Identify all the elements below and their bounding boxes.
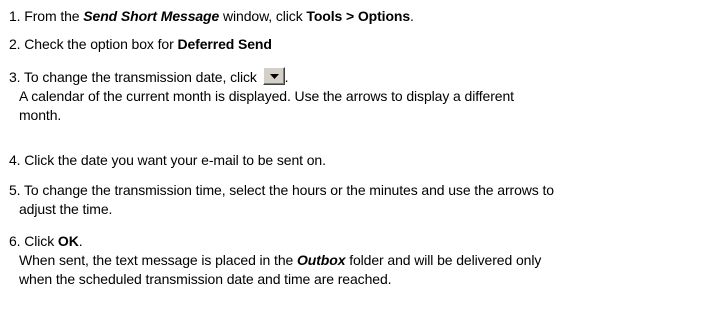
step-1-number: 1.: [9, 8, 21, 24]
option-name-deferred-send: Deferred Send: [177, 36, 272, 52]
step-6-text-pre: Click: [24, 233, 58, 249]
step-3-number: 3.: [9, 69, 21, 85]
step-1: 1. From the Send Short Message window, c…: [9, 7, 696, 26]
step-6-text-post: .: [78, 233, 83, 249]
step-4-number: 4.: [9, 152, 21, 168]
step-6-note-line-2: when the scheduled transmission date and…: [19, 271, 392, 287]
step-5-text-line-2: adjust the time.: [19, 201, 113, 217]
step-3: 3. To change the transmission date, clic…: [9, 67, 696, 125]
step-1-text-pre: From the: [24, 8, 84, 24]
step-5: 5. To change the transmission time, sele…: [9, 181, 696, 219]
step-1-text-post: .: [410, 8, 414, 24]
button-name-ok: OK: [57, 233, 79, 249]
dropdown-arrow-icon: [262, 67, 285, 85]
instruction-document: 1. From the Send Short Message window, c…: [0, 0, 704, 331]
step-6-note-line-1: When sent, the text message is placed in…: [9, 251, 696, 270]
step-4: 4. Click the date you want your e-mail t…: [9, 151, 696, 170]
step-3-text-post: .: [284, 69, 289, 85]
step-2-number: 2.: [9, 36, 21, 52]
menu-path-tools-options: Tools > Options: [306, 8, 411, 24]
step-3-note-line-2: month.: [19, 107, 62, 123]
window-name-send-short-message: Send Short Message: [83, 8, 220, 24]
step-6-note-mid: folder and will be delivered only: [345, 252, 542, 268]
step-3-note-line-1: A calendar of the current month is displ…: [19, 88, 514, 104]
step-6: 6. Click OK. When sent, the text message…: [9, 232, 696, 289]
step-1-text-mid: window, click: [219, 8, 307, 24]
step-3-text-pre: To change the transmission date, click: [24, 69, 261, 85]
step-6-note-pre: When sent, the text message is placed in…: [19, 252, 297, 268]
folder-name-outbox: Outbox: [297, 252, 346, 268]
step-6-number: 6.: [9, 233, 21, 249]
step-4-text: Click the date you want your e-mail to b…: [24, 152, 326, 168]
step-2: 2. Check the option box for Deferred Sen…: [9, 35, 696, 54]
step-5-text-line-1: To change the transmission time, select …: [24, 182, 554, 198]
step-2-text-pre: Check the option box for: [24, 36, 178, 52]
step-5-number: 5.: [9, 182, 21, 198]
